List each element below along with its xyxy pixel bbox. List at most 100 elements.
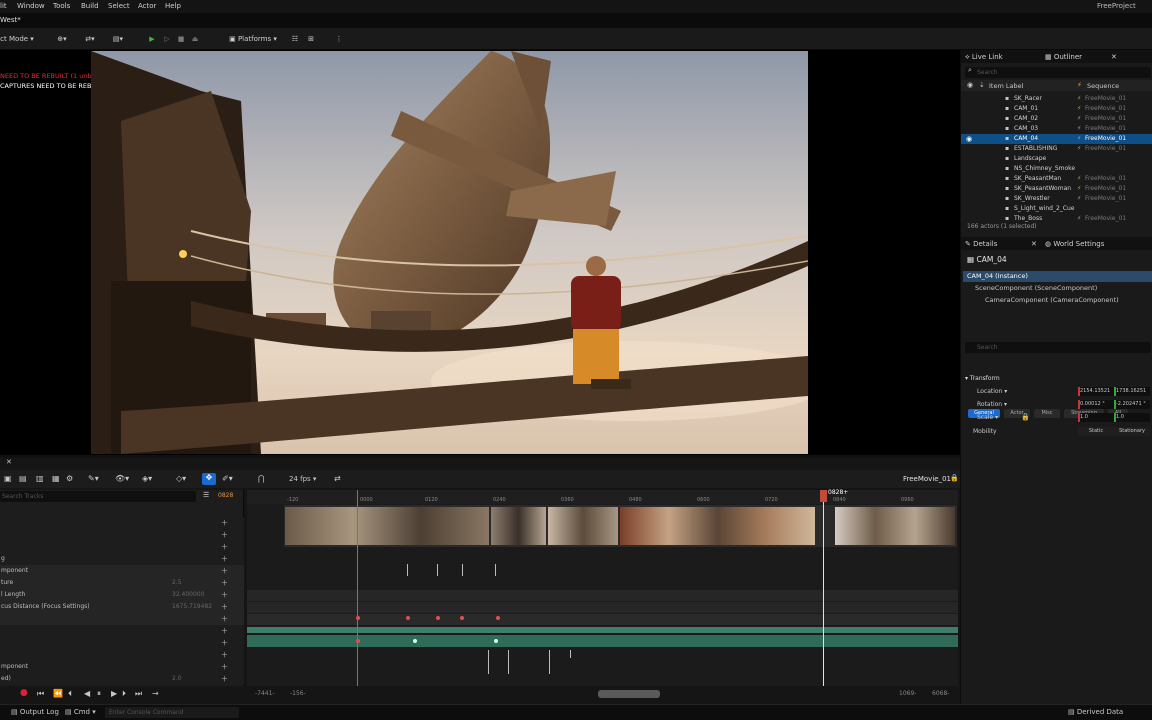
track-lane[interactable] [247,590,958,601]
view-start[interactable]: -156- [290,690,306,697]
play-icon[interactable]: ▶ [146,32,158,46]
track-row[interactable]: l Length 32.400000 ＋ [0,589,244,601]
cmd-dropdown[interactable]: ▤ Cmd ▾ [65,708,96,716]
key-marker[interactable] [508,650,509,662]
pencil-icon[interactable]: ✐▾ [222,474,233,483]
add-key-icon[interactable]: ＋ [221,649,228,661]
add-key-icon[interactable]: ＋ [221,661,228,673]
tab-live-link[interactable]: ⟡ Live Link [965,51,1003,63]
menu-item-actor[interactable]: Actor [138,2,156,10]
track-add-icon[interactable]: ▤ [19,474,27,483]
track-lane[interactable] [247,627,958,633]
track-row[interactable]: g ＋ [0,553,244,565]
track-lane[interactable] [247,602,958,613]
lock-icon[interactable]: 🔒 [950,474,959,482]
outliner-row[interactable]: ▪ SK_Racer ⚡ FreeMovie_01 [961,94,1152,104]
track-lane[interactable] [247,614,958,625]
auto-key-icon[interactable]: ✥ [202,473,216,485]
outliner-row[interactable]: ▪ SK_PeasantWoman ⚡ FreeMovie_01 [961,184,1152,194]
menu-item-select[interactable]: Select [108,2,130,10]
track-row[interactable]: ＋ [0,637,244,649]
level-tab[interactable]: West* [0,16,21,24]
add-key-icon[interactable]: ＋ [221,553,228,565]
pause-icon[interactable]: ⏸ [97,689,101,699]
blueprint-icon[interactable]: ⇄▾ [80,32,100,46]
camera-icon[interactable]: ▦ [52,474,60,483]
track-row[interactable]: mponent ＋ [0,661,244,673]
add-key-icon[interactable]: ＋ [221,625,228,637]
track-row[interactable]: ＋ [0,625,244,637]
key-marker[interactable] [462,564,463,576]
shot-thumbnail[interactable] [285,507,489,545]
transform-section[interactable]: ▾ Transform [965,375,1000,382]
keyframe[interactable] [436,616,440,620]
timeline-area[interactable]: -120 0000 0120 0240 0360 0480 0600 0720 … [247,489,958,686]
rotation-x[interactable]: 0.00012 ° [1078,400,1114,409]
settings-icon[interactable]: ☷ [289,32,301,46]
track-value[interactable]: 2.0 [172,673,182,685]
menu-item-file[interactable]: lit [0,2,7,10]
track-row[interactable]: ＋ [0,649,244,661]
eject-icon[interactable]: ⏏ [189,32,201,46]
more-options-icon[interactable]: ⋮ [334,32,344,46]
details-search-input[interactable]: Search [965,342,1151,353]
keyframe[interactable] [460,616,464,620]
add-key-icon[interactable]: ＋ [221,529,228,541]
tab-world-settings[interactable]: ◍ World Settings [1045,238,1104,250]
close-icon[interactable]: ✕ [1031,238,1037,250]
visibility-icon[interactable]: ◉ [966,134,972,144]
tab-details[interactable]: ✎ Details [965,238,997,250]
save-icon[interactable]: ▣ [4,474,12,483]
console-input[interactable]: Enter Console Command [105,707,239,718]
snap-icon[interactable]: ⋂ [258,474,265,483]
outliner-row[interactable]: ▪ CAM_03 ⚡ FreeMovie_01 [961,124,1152,134]
layout-icon[interactable]: ⊞ [305,32,317,46]
menu-item-tools[interactable]: Tools [53,2,70,10]
keyframe[interactable] [413,639,417,643]
location-dropdown[interactable]: Location ▾ [977,388,1007,395]
component-scene[interactable]: SceneComponent (SceneComponent) [975,284,1097,292]
track-row[interactable]: ＋ [0,613,244,625]
track-search-input[interactable]: Search Tracks [0,491,196,502]
menu-item-build[interactable]: Build [81,2,99,10]
play-reverse-icon[interactable]: ◀ [84,689,90,698]
close-icon[interactable]: ✕ [6,458,12,466]
outliner-row[interactable]: ▪ CAM_02 ⚡ FreeMovie_01 [961,114,1152,124]
sequence-name[interactable]: FreeMovie_01* [903,475,954,483]
mobility-stationary[interactable]: Stationary [1114,427,1150,436]
view-icon[interactable]: 👁▾ [115,474,129,483]
current-frame[interactable]: 0828 [218,492,233,499]
key-marker[interactable] [407,564,408,576]
output-log-button[interactable]: ▤ Output Log [11,708,59,716]
key-marker[interactable] [488,650,489,662]
add-key-icon[interactable]: ＋ [221,517,228,529]
track-value[interactable]: 1675.719482 [172,601,212,613]
track-row[interactable]: ＋ [0,541,244,553]
filter-icon[interactable]: ◈▾ [142,474,152,483]
scale-y[interactable]: 1.0 [1114,413,1150,422]
add-actor-icon[interactable]: ⊕▾ [52,32,72,46]
start-marker[interactable] [357,490,358,686]
prev-key-icon[interactable]: ⏴ [68,689,72,699]
cinematics-icon[interactable]: ▤▾ [108,32,128,46]
track-row[interactable]: ＋ [0,517,244,529]
shot-thumbnail[interactable] [620,507,815,545]
track-row[interactable]: ＋ [0,529,244,541]
menu-item-help[interactable]: Help [165,2,181,10]
track-value[interactable]: 32.400000 [172,589,204,601]
outliner-row[interactable]: ▪ S_Light_wind_2_Cue [961,204,1152,214]
outliner-search-input[interactable]: Search [965,67,1151,78]
add-key-icon[interactable]: ＋ [221,541,228,553]
keyframe[interactable] [406,616,410,620]
add-key-icon[interactable]: ＋ [221,577,228,589]
step-back-icon[interactable]: ⏪ [53,689,63,698]
timeline-scrollbar[interactable] [598,690,660,698]
component-camera[interactable]: CameraComponent (CameraComponent) [985,296,1119,304]
outliner-row[interactable]: ▪ SK_PeasantMan ⚡ FreeMovie_01 [961,174,1152,184]
fps-dropdown[interactable]: 24 fps ▾ [289,475,316,483]
column-item-label[interactable]: Item Label [989,82,1023,90]
track-row[interactable]: cus Distance (Focus Settings) 1675.719482… [0,601,244,613]
key-marker[interactable] [437,564,438,576]
key-marker[interactable] [488,662,489,674]
rotation-dropdown[interactable]: Rotation ▾ [977,401,1007,408]
